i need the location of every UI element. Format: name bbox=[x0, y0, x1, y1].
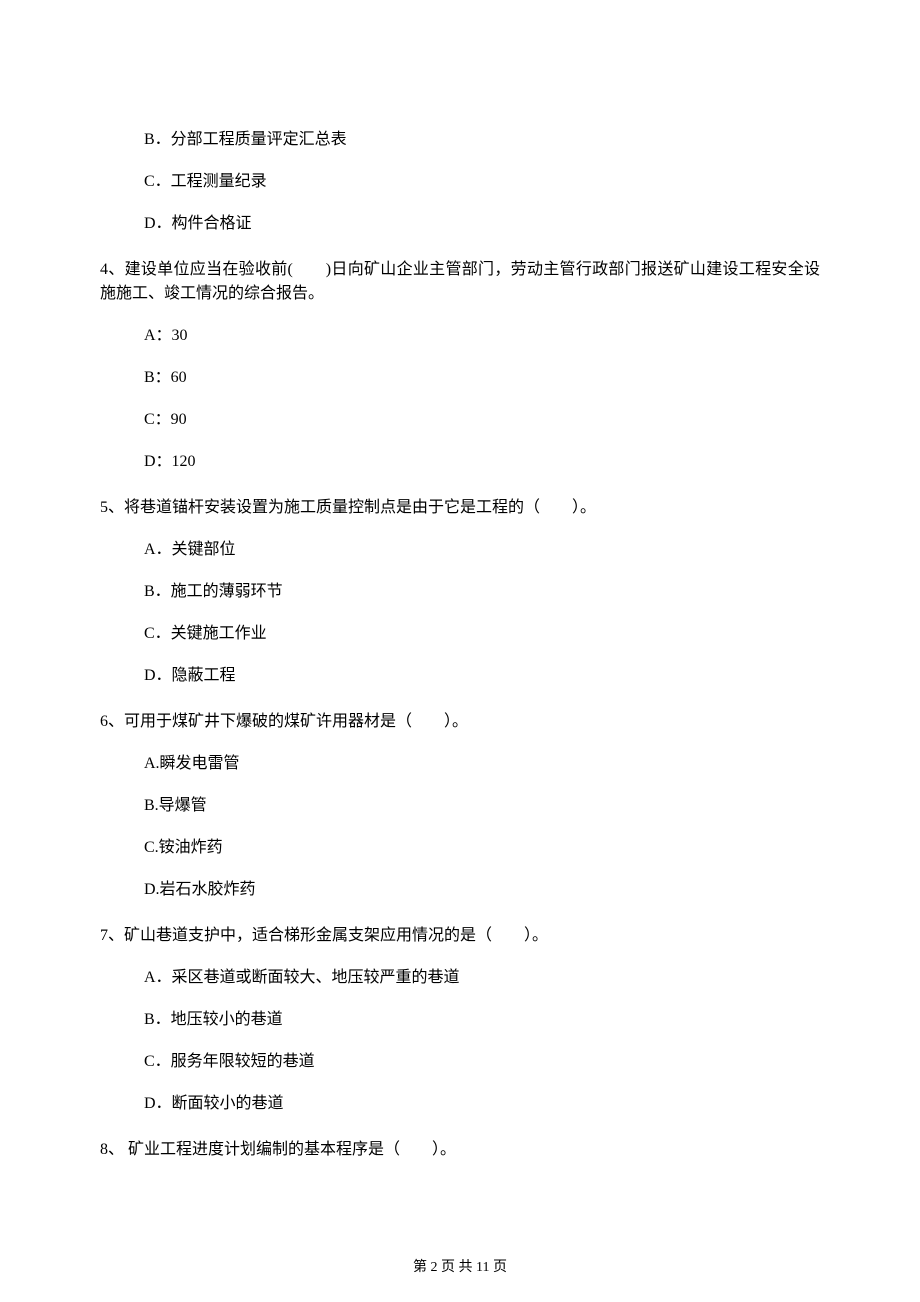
q3-option-d: D．构件合格证 bbox=[144, 212, 820, 236]
question-6: 6、可用于煤矿井下爆破的煤矿许用器材是（ ）。 bbox=[100, 710, 820, 734]
q7-option-c: C．服务年限较短的巷道 bbox=[144, 1050, 820, 1074]
q6-option-b: B.导爆管 bbox=[144, 794, 820, 818]
q4-option-a: A：30 bbox=[144, 324, 820, 348]
q7-option-a: A．采区巷道或断面较大、地压较严重的巷道 bbox=[144, 966, 820, 990]
q3-option-c: C．工程测量纪录 bbox=[144, 170, 820, 194]
q7-option-b: B．地压较小的巷道 bbox=[144, 1008, 820, 1032]
question-5: 5、将巷道锚杆安装设置为施工质量控制点是由于它是工程的（ ）。 bbox=[100, 496, 820, 520]
question-7: 7、矿山巷道支护中，适合梯形金属支架应用情况的是（ ）。 bbox=[100, 924, 820, 948]
q3-option-b: B．分部工程质量评定汇总表 bbox=[144, 128, 820, 152]
q5-option-c: C．关键施工作业 bbox=[144, 622, 820, 646]
question-8: 8、 矿业工程进度计划编制的基本程序是（ ）。 bbox=[100, 1138, 820, 1162]
page-container: B．分部工程质量评定汇总表 C．工程测量纪录 D．构件合格证 4、建设单位应当在… bbox=[0, 0, 920, 1302]
q5-option-a: A．关键部位 bbox=[144, 538, 820, 562]
q4-option-c: C：90 bbox=[144, 408, 820, 432]
q4-option-d: D：120 bbox=[144, 450, 820, 474]
q6-option-a: A.瞬发电雷管 bbox=[144, 752, 820, 776]
q5-option-b: B．施工的薄弱环节 bbox=[144, 580, 820, 604]
q7-option-d: D．断面较小的巷道 bbox=[144, 1092, 820, 1116]
question-4: 4、建设单位应当在验收前( )日向矿山企业主管部门，劳动主管行政部门报送矿山建设… bbox=[100, 258, 820, 306]
q6-option-d: D.岩石水胶炸药 bbox=[144, 878, 820, 902]
q4-option-b: B：60 bbox=[144, 366, 820, 390]
page-footer: 第 2 页 共 11 页 bbox=[0, 1257, 920, 1278]
q5-option-d: D．隐蔽工程 bbox=[144, 664, 820, 688]
q6-option-c: C.铵油炸药 bbox=[144, 836, 820, 860]
